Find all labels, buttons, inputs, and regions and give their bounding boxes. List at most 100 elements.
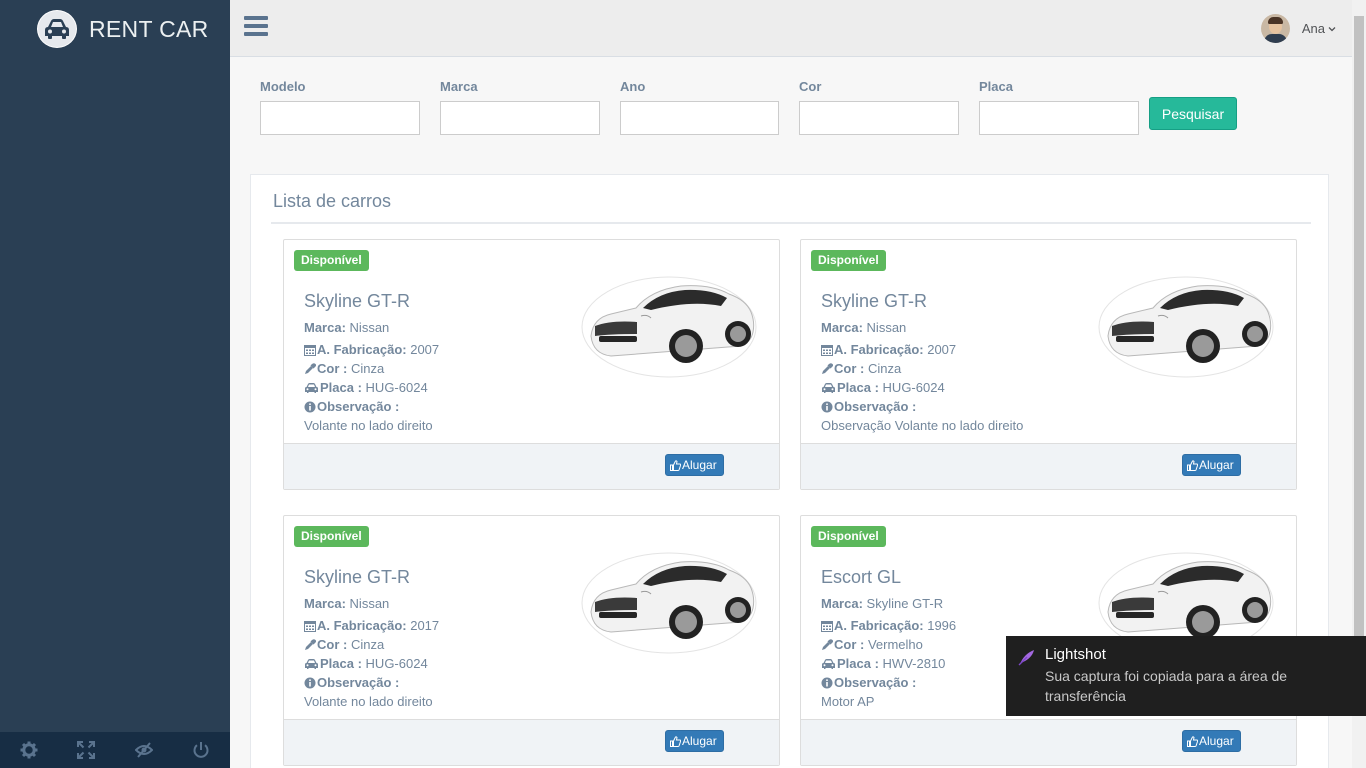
status-badge: Disponível — [811, 526, 886, 547]
color-value: Cinza — [350, 637, 385, 652]
rent-button[interactable]: Alugar — [1182, 730, 1241, 752]
brand-title: RENT CAR — [89, 15, 209, 42]
plate-label: Placa : — [837, 380, 879, 395]
placa-input[interactable] — [979, 101, 1139, 135]
car-icon — [822, 382, 835, 393]
logout-button[interactable] — [173, 732, 231, 768]
search-button[interactable]: Pesquisar — [1149, 97, 1237, 130]
marca-input[interactable] — [440, 101, 600, 135]
thumbs-up-icon — [670, 735, 681, 747]
sidebar-footer — [0, 732, 230, 768]
brand-label: Marca: — [821, 320, 863, 335]
modelo-input[interactable] — [260, 101, 420, 135]
sidebar: RENT CAR — [0, 0, 230, 768]
field-label: Ano — [620, 79, 646, 94]
field-label: Modelo — [260, 79, 306, 94]
field-ano: Ano — [620, 79, 779, 135]
rent-label: Alugar — [682, 458, 717, 472]
lock-screen-button[interactable] — [115, 732, 173, 768]
brand-value: Skyline GT-R — [866, 596, 944, 611]
cor-input[interactable] — [799, 101, 959, 135]
thumbs-up-icon — [1187, 459, 1198, 471]
top-nav: Ana — [230, 0, 1352, 57]
eyedropper-icon — [822, 362, 833, 374]
settings-button[interactable] — [0, 732, 58, 768]
hamburger-icon[interactable] — [244, 16, 268, 40]
status-badge: Disponível — [811, 250, 886, 271]
field-cor: Cor — [799, 79, 959, 135]
card-footer: Alugar — [284, 443, 779, 489]
notes-label: Observação : — [317, 675, 400, 690]
feather-icon — [1018, 650, 1034, 666]
color-label: Cor : — [834, 361, 865, 376]
brand-label: Marca: — [304, 596, 346, 611]
car-icon — [822, 658, 835, 669]
brand-label: Marca: — [821, 596, 863, 611]
field-label: Marca — [440, 79, 478, 94]
notes-value: Motor AP — [821, 694, 875, 709]
calendar-icon — [304, 344, 316, 356]
rent-button[interactable]: Alugar — [1182, 454, 1241, 476]
eyedropper-icon — [305, 638, 316, 650]
scrollbar-thumb[interactable] — [1354, 16, 1364, 636]
color-label: Cor : — [834, 637, 865, 652]
car-card: Disponível Skyline GT-R Marca: Nissan A.… — [283, 239, 780, 490]
rent-label: Alugar — [1199, 734, 1234, 748]
car-image — [581, 552, 757, 654]
card-footer: Alugar — [801, 443, 1296, 489]
rent-label: Alugar — [1199, 458, 1234, 472]
divider — [271, 222, 1311, 224]
info-circle-icon — [821, 401, 833, 412]
toast-message: Sua captura foi copiada para a área de t… — [1045, 668, 1288, 704]
brand-value: Nissan — [349, 320, 390, 335]
color-value: Cinza — [350, 361, 385, 376]
brand-value: Nissan — [866, 320, 907, 335]
thumbs-up-icon — [670, 459, 681, 471]
lightshot-toast[interactable]: Lightshot Sua captura foi copiada para a… — [1006, 636, 1366, 716]
card-footer: Alugar — [801, 719, 1296, 765]
plate-value: HUG-6024 — [365, 656, 428, 671]
year-label: A. Fabricação: — [834, 618, 924, 633]
fullscreen-button[interactable] — [58, 732, 116, 768]
car-image — [1098, 276, 1274, 378]
year-value: 1996 — [927, 618, 957, 633]
rent-label: Alugar — [682, 734, 717, 748]
car-icon — [305, 658, 318, 669]
car-model: Skyline GT-R — [304, 291, 411, 311]
notes-value: Observação Volante no lado direito — [821, 418, 1024, 433]
color-value: Cinza — [867, 361, 902, 376]
year-value: 2017 — [410, 618, 440, 633]
chevron-down-icon — [1328, 26, 1336, 31]
field-modelo: Modelo — [260, 79, 420, 135]
car-image — [581, 276, 757, 378]
plate-value: HUG-6024 — [365, 380, 428, 395]
car-model: Escort GL — [821, 567, 902, 587]
rent-button[interactable]: Alugar — [665, 730, 724, 752]
info-circle-icon — [304, 677, 316, 688]
field-placa: Placa — [979, 79, 1139, 135]
color-value: Vermelho — [867, 637, 923, 652]
color-label: Cor : — [317, 361, 348, 376]
user-menu[interactable]: Ana — [1260, 14, 1336, 43]
panel-title: Lista de carros — [273, 191, 392, 211]
year-label: A. Fabricação: — [317, 342, 407, 357]
plate-label: Placa : — [320, 656, 362, 671]
fullscreen-icon — [77, 741, 96, 759]
plate-value: HWV-2810 — [882, 656, 946, 671]
field-marca: Marca — [440, 79, 600, 135]
brand-label: Marca: — [304, 320, 346, 335]
rent-button[interactable]: Alugar — [665, 454, 724, 476]
car-info: Marca: Nissan A. Fabricação: 2017 Cor : … — [304, 594, 439, 711]
brand[interactable]: RENT CAR — [37, 10, 209, 48]
car-info: Marca: Nissan A. Fabricação: 2007 Cor : … — [304, 318, 439, 435]
calendar-icon — [821, 344, 833, 356]
status-badge: Disponível — [294, 526, 369, 547]
thumbs-up-icon — [1187, 735, 1198, 747]
status-badge: Disponível — [294, 250, 369, 271]
info-circle-icon — [821, 677, 833, 688]
ano-input[interactable] — [620, 101, 779, 135]
eyedropper-icon — [305, 362, 316, 374]
notes-label: Observação : — [317, 399, 400, 414]
year-label: A. Fabricação: — [317, 618, 407, 633]
power-icon — [193, 742, 209, 758]
